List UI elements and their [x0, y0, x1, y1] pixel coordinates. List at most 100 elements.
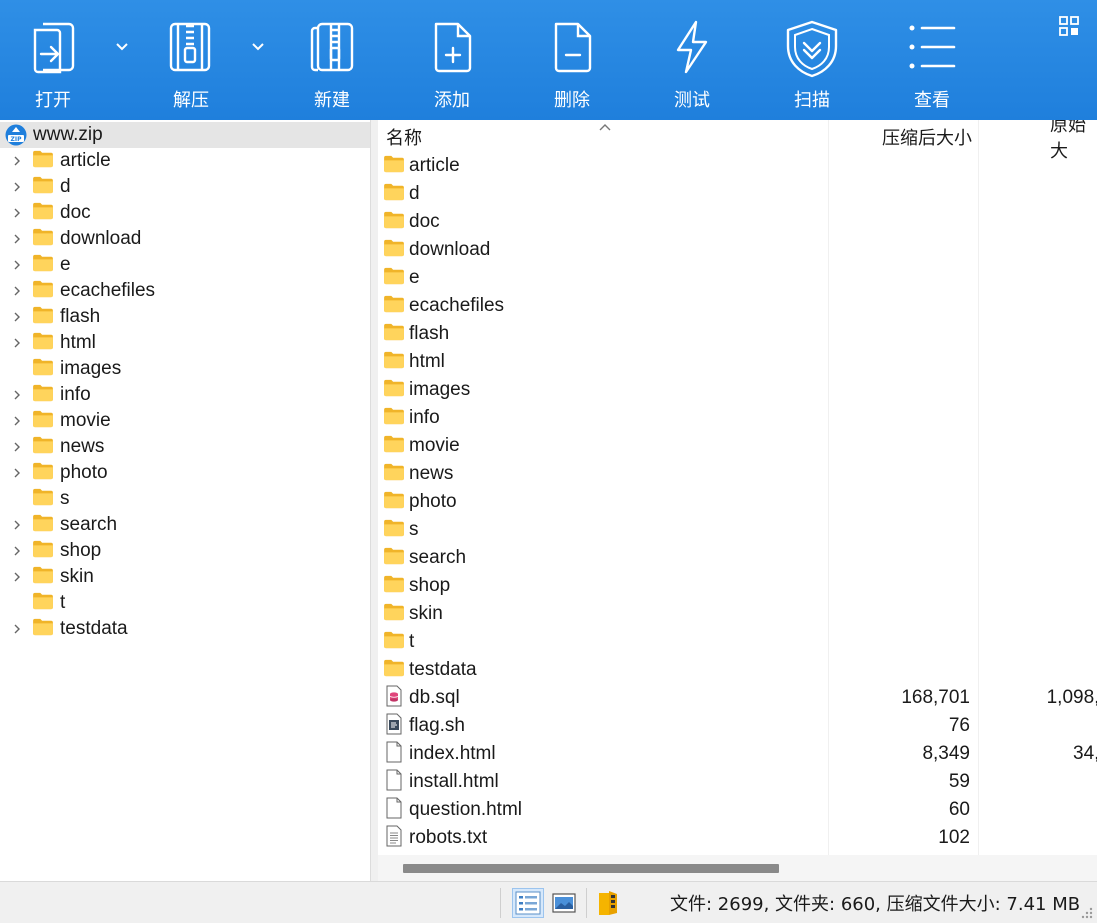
tree-expander[interactable] — [10, 389, 24, 401]
table-row[interactable]: download — [378, 236, 1097, 264]
tree-expander[interactable] — [10, 285, 24, 297]
chevron-right-icon[interactable] — [12, 545, 22, 557]
table-row[interactable]: question.html 60 — [378, 796, 1097, 824]
column-header-name[interactable]: 名称 — [386, 120, 422, 154]
chevron-right-icon[interactable] — [12, 389, 22, 401]
layout-grid-icon[interactable] — [1059, 16, 1079, 36]
table-row[interactable]: testdata — [378, 656, 1097, 684]
tree-item[interactable]: search — [0, 512, 370, 538]
chevron-right-icon[interactable] — [12, 415, 22, 427]
chevron-right-icon[interactable] — [12, 623, 22, 635]
extract-dropdown-chevron-icon[interactable] — [251, 40, 265, 54]
tree-item[interactable]: article — [0, 148, 370, 174]
table-row[interactable]: flash — [378, 320, 1097, 348]
table-row[interactable]: db.sql 168,701 1,098,2 — [378, 684, 1097, 712]
tree-item[interactable]: doc — [0, 200, 370, 226]
tree-expander[interactable] — [10, 623, 24, 635]
tree-expander[interactable] — [10, 519, 24, 531]
thumbnail-view-button[interactable] — [548, 888, 580, 918]
chevron-right-icon[interactable] — [12, 259, 22, 271]
table-row[interactable]: flag.sh 76 — [378, 712, 1097, 740]
table-row[interactable]: ecachefiles — [378, 292, 1097, 320]
row-name-cell: question.html — [383, 796, 522, 824]
tree-item[interactable]: skin — [0, 564, 370, 590]
tree-item[interactable]: movie — [0, 408, 370, 434]
chevron-right-icon[interactable] — [12, 181, 22, 193]
tree-item[interactable]: html — [0, 330, 370, 356]
scan-button[interactable]: 扫描 — [774, 0, 850, 120]
details-view-button[interactable] — [512, 888, 544, 918]
tree-item[interactable]: t — [0, 590, 370, 616]
test-button[interactable]: 测试 — [657, 0, 727, 120]
tree-root-archive[interactable]: ZIP www.zip — [0, 122, 370, 148]
table-row[interactable]: install.html 59 — [378, 768, 1097, 796]
sql-file-icon — [386, 685, 402, 706]
tree-item[interactable]: news — [0, 434, 370, 460]
resize-grip-icon[interactable] — [1079, 905, 1093, 919]
open-dropdown-chevron-icon[interactable] — [115, 40, 129, 54]
table-row[interactable]: e — [378, 264, 1097, 292]
table-row[interactable]: s — [378, 516, 1097, 544]
tree-expander[interactable] — [10, 311, 24, 323]
table-row[interactable]: article — [378, 152, 1097, 180]
table-row[interactable]: images — [378, 376, 1097, 404]
tree-expander[interactable] — [10, 571, 24, 583]
table-row[interactable]: photo — [378, 488, 1097, 516]
delete-button[interactable]: 删除 — [537, 0, 607, 120]
tree-expander[interactable] — [10, 207, 24, 219]
tree-item[interactable]: ecachefiles — [0, 278, 370, 304]
chevron-right-icon[interactable] — [12, 207, 22, 219]
chevron-right-icon[interactable] — [12, 285, 22, 297]
new-archive-button[interactable]: 新建 — [297, 0, 367, 120]
archive-info-button[interactable] — [592, 888, 624, 918]
tree-item[interactable]: e — [0, 252, 370, 278]
table-row[interactable]: d — [378, 180, 1097, 208]
table-row[interactable]: search — [378, 544, 1097, 572]
tree-expander[interactable] — [10, 155, 24, 167]
pane-splitter[interactable] — [371, 120, 378, 881]
table-row[interactable]: doc — [378, 208, 1097, 236]
table-row[interactable]: shop — [378, 572, 1097, 600]
tree-item[interactable]: shop — [0, 538, 370, 564]
tree-item[interactable]: testdata — [0, 616, 370, 642]
tree-expander[interactable] — [10, 467, 24, 479]
tree-expander[interactable] — [10, 181, 24, 193]
extract-button[interactable]: 解压 — [156, 0, 226, 120]
chevron-right-icon[interactable] — [12, 233, 22, 245]
column-header-original-size[interactable]: 原始大 — [1050, 120, 1097, 162]
tree-expander[interactable] — [10, 233, 24, 245]
table-row[interactable]: html — [378, 348, 1097, 376]
view-button[interactable]: 查看 — [897, 0, 967, 120]
tree-item[interactable]: d — [0, 174, 370, 200]
chevron-right-icon[interactable] — [12, 155, 22, 167]
tree-item[interactable]: photo — [0, 460, 370, 486]
chevron-right-icon[interactable] — [12, 571, 22, 583]
tree-expander[interactable] — [10, 415, 24, 427]
table-row[interactable]: movie — [378, 432, 1097, 460]
tree-expander[interactable] — [10, 545, 24, 557]
chevron-right-icon[interactable] — [12, 311, 22, 323]
open-button[interactable]: 打开 — [18, 0, 88, 120]
chevron-right-icon[interactable] — [12, 441, 22, 453]
table-row[interactable]: index.html 8,349 34,2 — [378, 740, 1097, 768]
horizontal-scrollbar[interactable] — [378, 855, 1097, 881]
tree-item[interactable]: images — [0, 356, 370, 382]
table-row[interactable]: robots.txt 102 1 — [378, 824, 1097, 852]
chevron-right-icon[interactable] — [12, 467, 22, 479]
column-header-packed-size[interactable]: 压缩后大小 — [830, 120, 972, 154]
add-button[interactable]: 添加 — [417, 0, 487, 120]
tree-item[interactable]: download — [0, 226, 370, 252]
table-row[interactable]: t — [378, 628, 1097, 656]
chevron-right-icon[interactable] — [12, 519, 22, 531]
tree-expander[interactable] — [10, 441, 24, 453]
table-row[interactable]: skin — [378, 600, 1097, 628]
tree-item[interactable]: info — [0, 382, 370, 408]
tree-item[interactable]: s — [0, 486, 370, 512]
tree-expander[interactable] — [10, 259, 24, 271]
table-row[interactable]: news — [378, 460, 1097, 488]
table-row[interactable]: info — [378, 404, 1097, 432]
tree-expander[interactable] — [10, 337, 24, 349]
scrollbar-thumb[interactable] — [403, 864, 779, 873]
tree-item[interactable]: flash — [0, 304, 370, 330]
chevron-right-icon[interactable] — [12, 337, 22, 349]
